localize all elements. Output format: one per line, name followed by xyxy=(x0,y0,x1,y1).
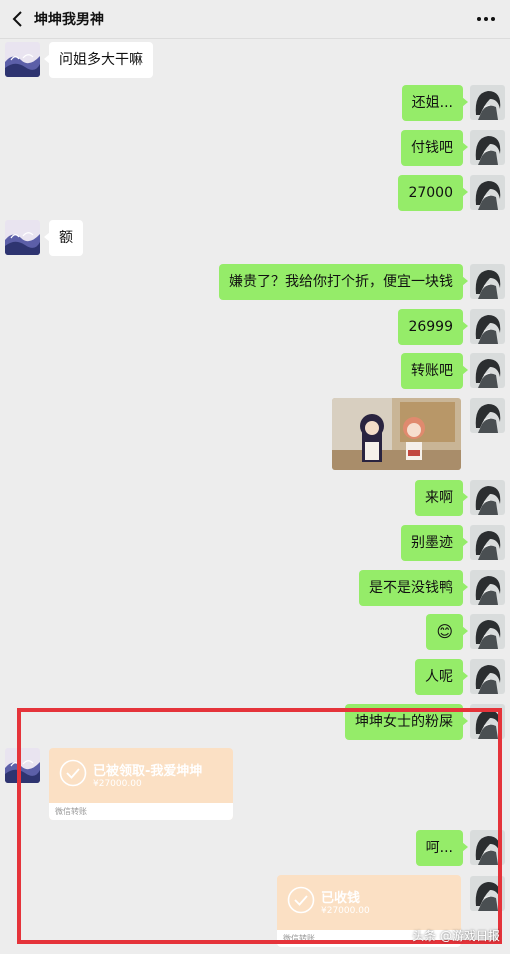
message-bubble-sent[interactable]: 嫌贵了？我给你打个折，便宜一块钱 xyxy=(219,264,468,300)
user-avatar[interactable] xyxy=(470,830,505,865)
anime-sticker-image[interactable] xyxy=(332,398,461,470)
chat-header: 坤坤我男神 xyxy=(0,0,510,39)
user-avatar[interactable] xyxy=(470,614,505,649)
message-bubble-sent[interactable]: 27000 xyxy=(398,175,468,211)
contact-avatar[interactable] xyxy=(5,220,40,255)
check-circle-icon xyxy=(287,886,315,914)
message-bubble-sent[interactable]: 呵... xyxy=(415,830,469,866)
contact-avatar[interactable] xyxy=(5,42,40,77)
transfer-card-received[interactable]: 已被领取-我爱坤坤 ¥27000.00 微信转账 xyxy=(49,748,233,820)
user-avatar[interactable] xyxy=(470,398,505,433)
message-bubble-sent[interactable]: 还姐... xyxy=(401,85,469,121)
transfer-amount: ¥27000.00 xyxy=(93,779,142,789)
user-avatar[interactable] xyxy=(470,525,505,560)
user-avatar[interactable] xyxy=(470,130,505,165)
message-bubble-sent[interactable]: 别墨迹 xyxy=(401,525,468,561)
transfer-footer: 微信转账 xyxy=(49,803,233,820)
message-bubble-sent[interactable]: 26999 xyxy=(398,309,468,345)
check-circle-icon xyxy=(59,759,87,787)
user-avatar[interactable] xyxy=(470,480,505,515)
message-bubble-sent[interactable]: 转账吧 xyxy=(401,353,468,389)
more-dots-icon[interactable] xyxy=(476,11,496,27)
user-avatar[interactable] xyxy=(470,264,505,299)
user-avatar[interactable] xyxy=(470,704,505,739)
message-bubble-sent[interactable]: 😊 xyxy=(426,614,468,650)
message-bubble-sent[interactable]: 坤坤女士的粉屎 xyxy=(345,704,468,740)
message-bubble-sent[interactable]: 是不是没钱鸭 xyxy=(359,570,468,606)
watermark: 头条 @游戏日报 xyxy=(412,929,500,943)
user-avatar[interactable] xyxy=(470,353,505,388)
chat-title: 坤坤我男神 xyxy=(34,12,104,28)
user-avatar[interactable] xyxy=(470,659,505,694)
user-avatar[interactable] xyxy=(470,570,505,605)
user-avatar[interactable] xyxy=(470,309,505,344)
user-avatar[interactable] xyxy=(470,876,505,911)
user-avatar[interactable] xyxy=(470,85,505,120)
message-bubble-sent[interactable]: 人呢 xyxy=(415,659,468,695)
user-avatar[interactable] xyxy=(470,175,505,210)
transfer-title: 已收钱 xyxy=(321,891,361,906)
transfer-title: 已被领取-我爱坤坤 xyxy=(93,764,203,779)
message-bubble-sent[interactable]: 来啊 xyxy=(415,480,468,516)
message-bubble-sent[interactable]: 付钱吧 xyxy=(401,130,468,166)
message-bubble-received[interactable]: 额 xyxy=(44,220,83,256)
chevron-left-icon[interactable] xyxy=(8,8,28,30)
message-bubble-received[interactable]: 问姐多大干嘛 xyxy=(44,42,153,78)
transfer-amount: ¥27000.00 xyxy=(321,906,370,916)
contact-avatar[interactable] xyxy=(5,748,40,783)
